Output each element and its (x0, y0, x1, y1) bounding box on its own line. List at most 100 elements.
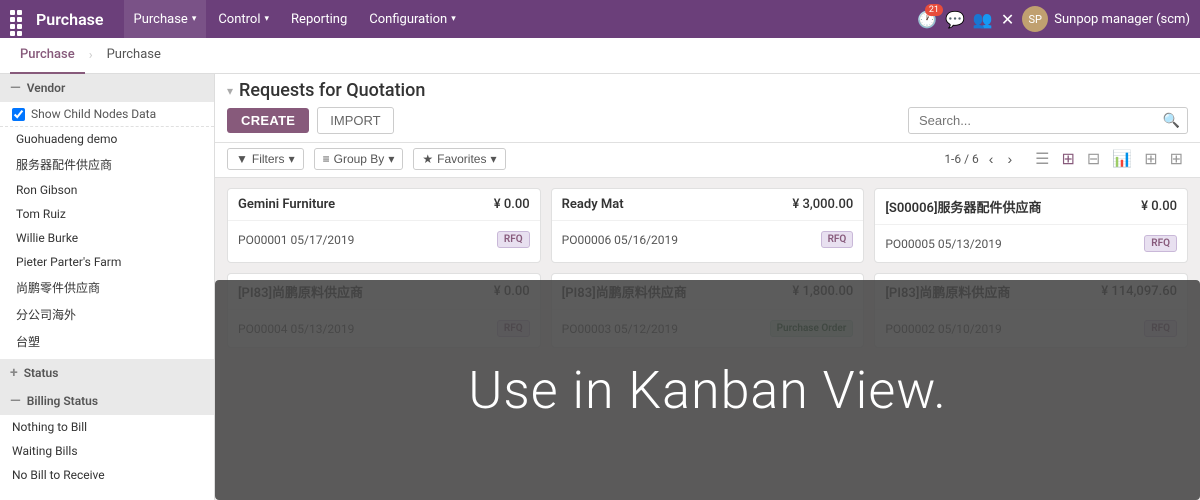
kanban-card-title: [S00006]服务器配件供应商 (885, 197, 1041, 216)
kanban-card-row: PO00001 05/17/2019 RFQ (238, 229, 530, 250)
sidebar-vendor-item[interactable]: 尚鹏零件供应商 (0, 274, 214, 301)
chevron-down-icon: ▾ (388, 152, 394, 166)
nav-right: 🕐 21 💬 👥 ✕ SP Sunpop manager (scm) (917, 6, 1190, 32)
pagination-text: 1-6 / 6 (944, 152, 978, 166)
kanban-card-body: PO00001 05/17/2019 RFQ (228, 221, 540, 258)
sidebar-vendor-item[interactable]: 服务器配件供应商 (0, 151, 214, 178)
kanban-card-title: Ready Mat (562, 197, 624, 212)
show-child-label: Show Child Nodes Data (31, 107, 156, 121)
filter-bar: ▼ Filters ▾ ≡ Group By ▾ ★ Favorites ▾ 1… (215, 143, 1200, 178)
vendor-list: Guohuadeng demo服务器配件供应商Ron GibsonTom Rui… (0, 127, 214, 355)
view-buttons: ☰ ⊞ ⊟ 📊 ⊞ ⊞ (1030, 147, 1188, 171)
page-title: Requests for Quotation (239, 80, 425, 101)
kanban-card-header: [S00006]服务器配件供应商 ¥ 0.00 (875, 189, 1187, 225)
chevron-down-icon: ▾ (192, 14, 197, 24)
filters-button[interactable]: ▼ Filters ▾ (227, 148, 304, 170)
kanban-view-button[interactable]: ⊞ (1056, 147, 1079, 171)
nav-reporting[interactable]: Reporting (281, 0, 357, 38)
kanban-card-amount: ¥ 3,000.00 (792, 197, 853, 212)
pagination-info: 1-6 / 6 ‹ › ☰ ⊞ ⊟ 📊 ⊞ ⊞ (944, 147, 1188, 171)
chevron-down-icon: ▾ (451, 14, 456, 24)
kanban-status-badge: RFQ (821, 231, 854, 248)
nav-control[interactable]: Control ▾ (208, 0, 279, 38)
search-input-wrap: 🔍 (908, 107, 1188, 134)
nav-configuration[interactable]: Configuration ▾ (359, 0, 466, 38)
content-area: ▾ Requests for Quotation CREATE IMPORT 🔍… (215, 74, 1200, 500)
sidebar-vendor-item[interactable]: Ron Gibson (0, 178, 214, 202)
billing-status-item[interactable]: Waiting Bills (0, 439, 214, 463)
kanban-card-ref: PO00006 05/16/2019 (562, 233, 678, 247)
kanban-card-amount: ¥ 0.00 (494, 197, 530, 212)
sidebar-vendor-item[interactable]: Willie Burke (0, 226, 214, 250)
chat-icon[interactable]: 💬 (945, 10, 965, 29)
filter-icon: ▼ (236, 152, 248, 166)
kanban-status-badge: RFQ (497, 231, 530, 248)
chevron-down-icon: ▾ (289, 152, 295, 166)
list-icon: ≡ (323, 152, 330, 166)
kanban-card-body: PO00005 05/13/2019 RFQ (875, 225, 1187, 262)
kanban-card-ref: PO00001 05/17/2019 (238, 233, 354, 247)
calendar-view-button[interactable]: ⊞ (1165, 147, 1188, 171)
list-view-button[interactable]: ☰ (1030, 147, 1054, 171)
chevron-down-icon: ▾ (490, 152, 496, 166)
nav-sep: › (89, 48, 93, 63)
overlay-text: Use in Kanban View. (468, 360, 947, 421)
page-prev-button[interactable]: ‹ (985, 149, 998, 169)
kanban-card-header: Gemini Furniture ¥ 0.00 (228, 189, 540, 221)
create-button[interactable]: CREATE (227, 108, 309, 133)
sidebar-status-header[interactable]: + Status (0, 359, 214, 387)
breadcrumb: ▾ Requests for Quotation (215, 74, 1200, 101)
avatar: SP (1022, 6, 1048, 32)
sidebar-vendor-item[interactable]: Tom Ruiz (0, 202, 214, 226)
billing-status-item[interactable]: Nothing to Bill (0, 415, 214, 439)
search-bar: 🔍 (402, 107, 1188, 134)
contacts-icon[interactable]: 👥 (973, 10, 993, 29)
billing-section-label: Billing Status (27, 394, 98, 408)
sidebar: — Vendor Show Child Nodes Data Guohuaden… (0, 74, 215, 500)
app-title: Purchase (36, 10, 104, 29)
sec-nav-purchase2[interactable]: Purchase (97, 38, 171, 74)
sidebar-vendor-item[interactable]: Pieter Parter's Farm (0, 250, 214, 274)
kanban-status-badge: RFQ (1144, 235, 1177, 252)
nav-purchase[interactable]: Purchase ▾ (124, 0, 207, 38)
chart-view-button[interactable]: 📊 (1107, 147, 1137, 171)
sidebar-vendor-item[interactable]: 分公司海外 (0, 301, 214, 328)
grid-view-button[interactable]: ⊟ (1082, 147, 1105, 171)
import-button[interactable]: IMPORT (317, 107, 393, 134)
kanban-card-header: Ready Mat ¥ 3,000.00 (552, 189, 864, 221)
search-input[interactable] (908, 107, 1188, 134)
notification-badge: 21 (925, 4, 943, 16)
clock-icon[interactable]: 🕐 21 (917, 10, 937, 29)
close-icon[interactable]: ✕ (1001, 10, 1014, 29)
sidebar-vendor-item[interactable]: 台塑 (0, 328, 214, 355)
show-child-row[interactable]: Show Child Nodes Data (0, 102, 214, 127)
kanban-card[interactable]: [S00006]服务器配件供应商 ¥ 0.00 PO00005 05/13/20… (874, 188, 1188, 263)
kanban-card-amount: ¥ 0.00 (1141, 199, 1177, 214)
action-bar: CREATE IMPORT 🔍 (215, 101, 1200, 143)
kanban-card[interactable]: Ready Mat ¥ 3,000.00 PO00006 05/16/2019 … (551, 188, 865, 263)
top-nav: Purchase Purchase ▾ Control ▾ Reporting … (0, 0, 1200, 38)
minus-icon: — (10, 393, 21, 409)
groupby-button[interactable]: ≡ Group By ▾ (314, 148, 404, 170)
secondary-nav: Purchase › Purchase (0, 38, 1200, 74)
page-next-button[interactable]: › (1003, 149, 1016, 169)
billing-list: Nothing to BillWaiting BillsNo Bill to R… (0, 415, 214, 487)
kanban-card[interactable]: Gemini Furniture ¥ 0.00 PO00001 05/17/20… (227, 188, 541, 263)
chevron-down-icon: ▾ (265, 14, 270, 24)
billing-status-item[interactable]: No Bill to Receive (0, 463, 214, 487)
sec-nav-purchase[interactable]: Purchase (10, 38, 85, 74)
plus-icon: + (10, 365, 18, 381)
pivot-view-button[interactable]: ⊞ (1139, 147, 1162, 171)
sidebar-vendor-header[interactable]: — Vendor (0, 74, 214, 102)
kanban-card-row: PO00005 05/13/2019 RFQ (885, 233, 1177, 254)
favorites-button[interactable]: ★ Favorites ▾ (413, 148, 505, 170)
sidebar-billing-header[interactable]: — Billing Status (0, 387, 214, 415)
app-grid-icon[interactable] (10, 10, 28, 28)
kanban-area: Gemini Furniture ¥ 0.00 PO00001 05/17/20… (215, 178, 1200, 500)
star-icon: ★ (422, 152, 433, 166)
user-menu[interactable]: SP Sunpop manager (scm) (1022, 6, 1190, 32)
kanban-overlay: Use in Kanban View. (215, 280, 1200, 500)
sidebar-vendor-item[interactable]: Guohuadeng demo (0, 127, 214, 151)
show-child-checkbox[interactable] (12, 108, 25, 121)
main-layout: — Vendor Show Child Nodes Data Guohuaden… (0, 74, 1200, 500)
